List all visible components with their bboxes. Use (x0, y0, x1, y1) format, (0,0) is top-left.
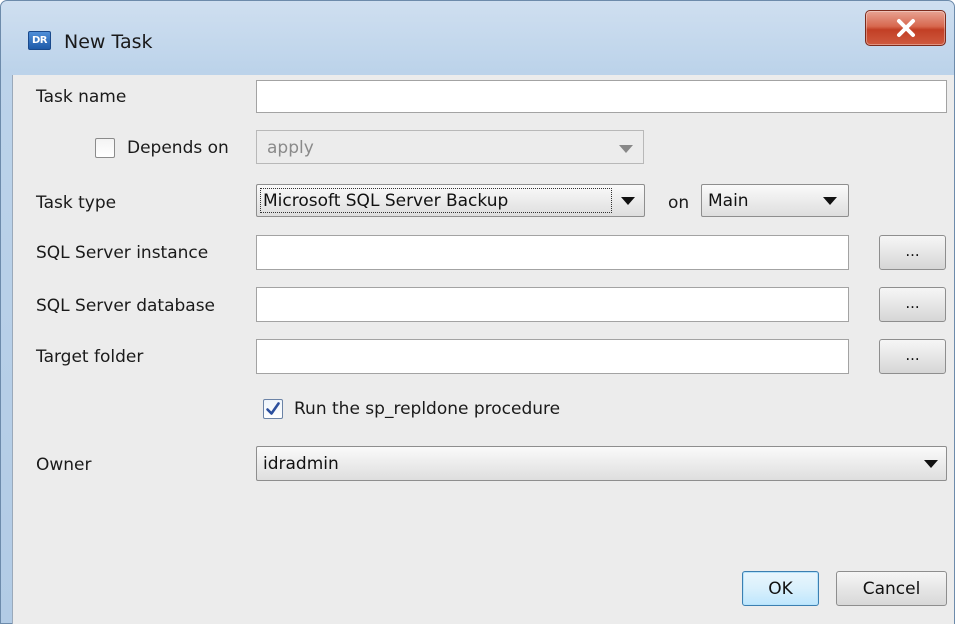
owner-label: Owner (36, 455, 92, 475)
close-button[interactable] (865, 10, 946, 46)
on-label: on (668, 193, 690, 213)
chevron-down-icon[interactable] (823, 197, 837, 205)
task-name-input[interactable] (256, 80, 947, 113)
sql-server-instance-label: SQL Server instance (36, 243, 209, 263)
task-type-label: Task type (36, 193, 117, 213)
chevron-down-icon[interactable] (924, 460, 938, 468)
run-procedure-checkbox[interactable] (263, 399, 283, 419)
task-type-select[interactable]: Microsoft SQL Server Backup (256, 184, 645, 217)
app-logo-icon: DR (28, 31, 51, 50)
depends-on-value: apply (267, 138, 314, 158)
task-name-label: Task name (36, 87, 127, 107)
title-bar[interactable]: DR New Task (1, 1, 954, 75)
chevron-down-icon (619, 145, 633, 153)
dialog-window: DR New Task Task name Depends on apply T… (0, 0, 955, 624)
window-title: New Task (64, 31, 153, 53)
sql-server-database-label: SQL Server database (36, 296, 216, 316)
ok-button[interactable]: OK (742, 571, 819, 606)
depends-on-label: Depends on (127, 138, 229, 158)
cancel-button[interactable]: Cancel (836, 571, 947, 606)
run-procedure-label: Run the sp_repldone procedure (294, 399, 561, 419)
browse-instance-button[interactable]: ... (879, 235, 946, 270)
location-select[interactable]: Main (701, 184, 849, 217)
sql-server-database-input[interactable] (256, 287, 849, 322)
target-folder-label: Target folder (36, 347, 144, 367)
owner-select[interactable]: idradmin (256, 446, 947, 481)
close-icon (896, 19, 915, 37)
target-folder-input[interactable] (256, 339, 849, 374)
depends-on-checkbox[interactable] (95, 138, 115, 158)
task-type-value: Microsoft SQL Server Backup (263, 191, 509, 211)
location-value: Main (708, 191, 749, 211)
owner-value: idradmin (263, 454, 339, 474)
depends-on-select: apply (256, 130, 644, 164)
browse-folder-button[interactable]: ... (879, 339, 946, 374)
chevron-down-icon[interactable] (621, 197, 635, 205)
sql-server-instance-input[interactable] (256, 235, 849, 270)
browse-database-button[interactable]: ... (879, 287, 946, 322)
dialog-body: Task name Depends on apply Task type Mic… (12, 75, 954, 624)
checkmark-icon (266, 402, 280, 415)
